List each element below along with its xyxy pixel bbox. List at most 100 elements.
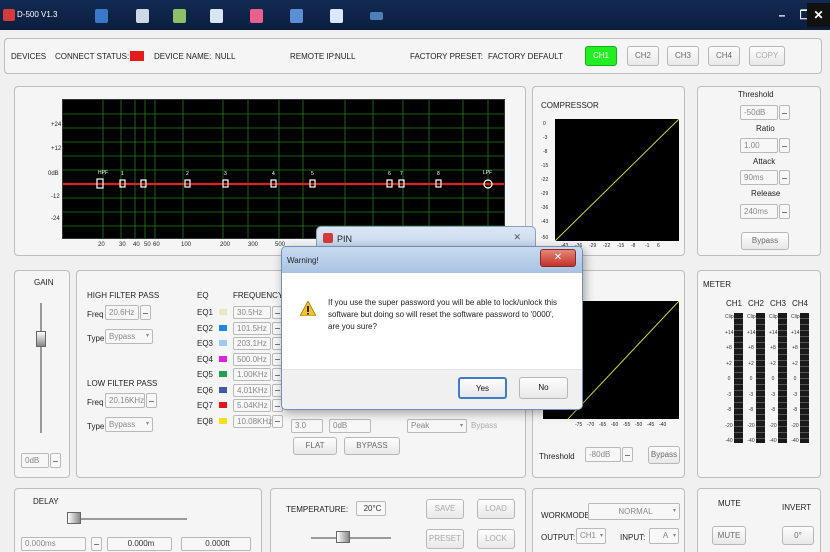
ratio-input[interactable]: 1.00 bbox=[740, 138, 778, 153]
eq-marker-6[interactable]: 6 bbox=[388, 171, 391, 177]
compressor-bypass-button[interactable]: Bypass bbox=[741, 232, 789, 250]
eq-band-freq-input[interactable]: 203.1Hz bbox=[233, 337, 271, 350]
eq-marker-hpf[interactable]: HPF bbox=[98, 170, 108, 176]
pin-window-title: PIN bbox=[337, 234, 353, 244]
gain-slider-thumb[interactable] bbox=[36, 331, 46, 347]
mute-button[interactable]: MUTE bbox=[712, 526, 746, 545]
copy-button[interactable]: COPY bbox=[749, 46, 785, 66]
lp-freq-input[interactable]: 20.16KHz bbox=[105, 393, 145, 408]
eq-x-tick: 100 bbox=[181, 242, 192, 248]
eq-y-tick: -24 bbox=[51, 216, 60, 222]
expander-bypass-button[interactable]: Bypass bbox=[648, 446, 680, 464]
eq-band-freq-input[interactable]: 30.5Hz bbox=[233, 306, 271, 319]
output-value: CH1 bbox=[580, 531, 597, 540]
eq-band-freq-input[interactable]: 4.01KHz bbox=[233, 383, 271, 397]
delay-slider-thumb[interactable] bbox=[67, 512, 81, 524]
attack-input[interactable]: 90ms bbox=[740, 170, 778, 185]
toolbar-save-icon[interactable] bbox=[210, 9, 223, 23]
eq-marker-7[interactable]: 7 bbox=[400, 171, 403, 177]
expander-threshold-input[interactable]: -80dB bbox=[585, 447, 621, 462]
eq-graph[interactable]: HPF 1 2 3 4 5 6 7 8 LPF bbox=[62, 99, 505, 239]
minimize-button[interactable]: – bbox=[770, 3, 794, 27]
input-select[interactable]: A ▾ bbox=[649, 528, 679, 544]
eq-band-bypass[interactable]: Bypass bbox=[471, 421, 497, 430]
release-input[interactable]: 240ms bbox=[740, 204, 778, 219]
lp-type-value: Bypass bbox=[109, 420, 136, 429]
temperature-value[interactable]: 20°C bbox=[356, 501, 386, 516]
ch2-button[interactable]: CH2 bbox=[627, 46, 659, 66]
eq-marker-3[interactable]: 3 bbox=[224, 171, 227, 177]
eq-band-freq-input[interactable]: 5.04KHz bbox=[233, 399, 271, 412]
eq-marker-2[interactable]: 2 bbox=[186, 171, 189, 177]
hp-type-value: Bypass bbox=[109, 332, 136, 341]
close-button[interactable]: ✕ bbox=[807, 3, 830, 27]
workmode-select[interactable]: NORMAL ▾ bbox=[588, 503, 680, 520]
eq-marker-1[interactable]: 1 bbox=[121, 171, 124, 177]
invert-button[interactable]: 0° bbox=[782, 526, 814, 545]
hp-freq-input[interactable]: 20.6Hz bbox=[105, 305, 139, 320]
expander-threshold-spinner[interactable] bbox=[622, 447, 633, 462]
toolbar-info-icon[interactable] bbox=[370, 12, 383, 20]
hp-type-label: Type bbox=[87, 334, 105, 343]
gain-slider-track[interactable] bbox=[40, 303, 42, 433]
toolbar-document-icon[interactable] bbox=[173, 9, 186, 23]
delay-ms-spinner[interactable] bbox=[91, 537, 102, 551]
ratio-spinner[interactable] bbox=[779, 138, 790, 153]
eq-band-freq-spinner[interactable] bbox=[272, 414, 283, 428]
flat-button[interactable]: FLAT bbox=[293, 437, 337, 455]
eq-band-freq-input[interactable]: 101.5Hz bbox=[233, 321, 271, 335]
meter-scale-tick: -20 bbox=[725, 422, 733, 429]
preset-button[interactable]: PRESET bbox=[426, 529, 464, 549]
eq-marker-4[interactable]: 4 bbox=[272, 171, 275, 177]
ch3-button[interactable]: CH3 bbox=[667, 46, 699, 66]
toolbar-lock-icon[interactable] bbox=[250, 9, 263, 23]
temperature-slider-thumb[interactable] bbox=[336, 531, 350, 543]
eq-band-label: EQ6 bbox=[197, 385, 214, 395]
temperature-slider-track[interactable] bbox=[311, 537, 391, 539]
ch1-button[interactable]: CH1 bbox=[585, 46, 617, 66]
device-name-value: NULL bbox=[215, 52, 236, 61]
save-button[interactable]: SAVE bbox=[426, 499, 464, 519]
hp-type-select[interactable]: Bypass ▾ bbox=[105, 329, 153, 344]
eq-bypass-button[interactable]: BYPASS bbox=[344, 437, 400, 455]
gain-input[interactable]: 0dB bbox=[21, 453, 49, 468]
no-button[interactable]: No bbox=[519, 377, 568, 399]
eq-marker-8[interactable]: 8 bbox=[437, 171, 440, 177]
meter-scale-tick: -8 bbox=[770, 407, 776, 413]
toolbar-settings-icon[interactable] bbox=[330, 9, 343, 23]
warning-close-button[interactable]: ✕ bbox=[540, 249, 576, 267]
yes-button[interactable]: Yes bbox=[458, 377, 507, 399]
eq-marker-lpf[interactable]: LPF bbox=[483, 170, 492, 176]
attack-spinner[interactable] bbox=[779, 170, 790, 185]
toolbar-connect-icon[interactable] bbox=[95, 9, 108, 23]
delay-ms-input[interactable]: 0.000ms bbox=[21, 537, 86, 551]
compressor-x-tick: -22 bbox=[603, 243, 611, 249]
eq-type-select[interactable]: Peak ▾ bbox=[407, 419, 467, 433]
pin-close-icon[interactable]: ✕ bbox=[513, 232, 521, 243]
lp-type-select[interactable]: Bypass ▾ bbox=[105, 417, 153, 432]
lp-freq-spinner[interactable] bbox=[146, 393, 157, 408]
window-title: D-500 V1.3 bbox=[17, 10, 58, 19]
meter-scale-tick: -40 bbox=[769, 438, 777, 444]
threshold-spinner[interactable] bbox=[779, 105, 790, 120]
threshold-input[interactable]: -50dB bbox=[740, 105, 778, 120]
eq-band-freq-input[interactable]: 500.0Hz bbox=[233, 352, 271, 366]
eq-band-freq-input[interactable]: 1.00KHz bbox=[233, 368, 271, 381]
eq-marker-5[interactable]: 5 bbox=[311, 171, 314, 177]
eq-band-freq-input[interactable]: 10.08KHz bbox=[233, 414, 272, 428]
meter-scale-tick: Clip bbox=[747, 314, 756, 320]
output-select[interactable]: CH1 ▾ bbox=[576, 528, 606, 544]
pin-app-icon bbox=[323, 233, 333, 243]
eq-gain-input[interactable]: 0dB bbox=[329, 419, 371, 433]
release-spinner[interactable] bbox=[779, 204, 790, 219]
compressor-graph[interactable] bbox=[555, 119, 679, 241]
load-button[interactable]: LOAD bbox=[477, 499, 515, 519]
hp-freq-spinner[interactable] bbox=[140, 305, 151, 320]
eq-q-input[interactable]: 3.0 bbox=[291, 419, 323, 433]
gain-spinner[interactable] bbox=[50, 453, 61, 468]
toolbar-network-icon[interactable] bbox=[290, 9, 303, 23]
delay-slider-track[interactable] bbox=[67, 518, 187, 520]
ch4-button[interactable]: CH4 bbox=[708, 46, 740, 66]
lock-button[interactable]: LOCK bbox=[477, 529, 515, 549]
toolbar-file-icon[interactable] bbox=[136, 9, 149, 23]
